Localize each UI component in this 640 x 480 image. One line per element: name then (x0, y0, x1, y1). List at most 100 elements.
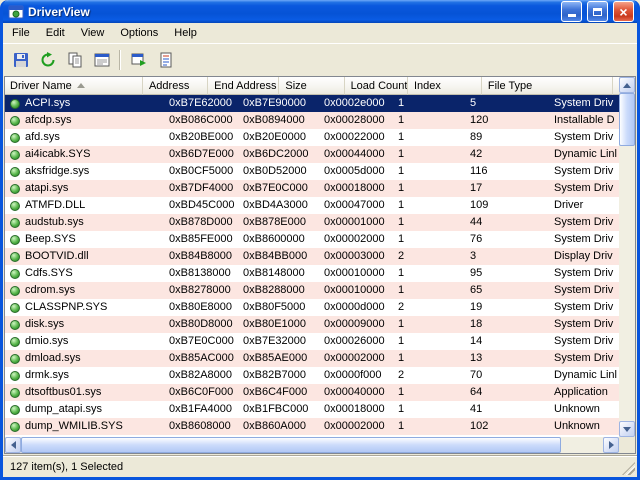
cell-end_address: 0xB7E90000 (243, 97, 306, 109)
vertical-scroll-track[interactable] (619, 146, 635, 421)
cell-name: Beep.SYS (5, 231, 163, 248)
horizontal-scroll-thumb[interactable] (21, 437, 561, 453)
table-row[interactable]: cdrom.sys 0xB8278000 0xB8288000 0x00010000 1… (5, 282, 619, 299)
cell-end_address: 0xB20E0000 (243, 131, 306, 143)
minimize-button[interactable] (561, 1, 582, 22)
table-row[interactable]: dump_WMILIB.SYS 0xB8608000 0xB860A000 0x000… (5, 418, 619, 435)
driver-icon (10, 336, 20, 347)
table-row[interactable]: Cdfs.SYS 0xB8138000 0xB8148000 0x00010000 1 9… (5, 265, 619, 282)
cell-file_type: System Driv (554, 301, 614, 313)
table-row[interactable]: dmio.sys 0xB7E0C000 0xB7E32000 0x00026000 1 1… (5, 333, 619, 350)
cell-index: 116 (470, 165, 488, 177)
cell-address: 0xB8278000 (169, 284, 231, 296)
cell-size: 0x00026000 (324, 335, 385, 347)
table-row[interactable]: ai4icabk.SYS 0xB6D7E000 0xB6DC2000 0x000440… (5, 146, 619, 163)
table-row[interactable]: drmk.sys 0xB82A8000 0xB82B7000 0x0000f000 2 7… (5, 367, 619, 384)
cell-size: 0x0000d000 (324, 301, 385, 313)
cell-name: atapi.sys (5, 180, 163, 197)
cell-end_address: 0xB0D52000 (243, 165, 307, 177)
cell-address: 0xB8608000 (169, 420, 231, 432)
table-row[interactable]: aksfridge.sys 0xB0CF5000 0xB0D52000 0x0005d… (5, 163, 619, 180)
menu-edit[interactable]: Edit (38, 24, 73, 42)
cell-name: afcdp.sys (5, 112, 163, 129)
maximize-button[interactable] (587, 1, 608, 22)
copy-button[interactable] (61, 47, 88, 72)
cell-size: 0x00002000 (324, 420, 385, 432)
cell-load_count: 1 (398, 233, 405, 245)
arrow-left-icon (10, 441, 16, 449)
scroll-left-button[interactable] (5, 437, 21, 453)
scroll-up-button[interactable] (619, 77, 635, 93)
cell-load_count: 1 (398, 267, 405, 279)
table-row[interactable]: audstub.sys 0xB878D000 0xB878E000 0x0000100… (5, 214, 619, 231)
report-icon (160, 52, 171, 67)
column-header-driver-name[interactable]: Driver Name (5, 77, 143, 95)
table-row[interactable]: afcdp.sys 0xB086C000 0xB0894000 0x00028000 1… (5, 112, 619, 129)
cell-file_type: Unknown (554, 403, 600, 415)
cell-name: ACPI.sys (5, 95, 163, 112)
table-row[interactable]: afd.sys 0xB20BE000 0xB20E0000 0x00022000 1 89… (5, 129, 619, 146)
cell-file_type: System Driv (554, 216, 614, 228)
table-row[interactable]: atapi.sys 0xB7DF4000 0xB7E0C000 0x00018000 1… (5, 180, 619, 197)
menu-view[interactable]: View (73, 24, 113, 42)
cell-size: 0x00028000 (324, 114, 385, 126)
table-row[interactable]: BOOTVID.dll 0xB84B8000 0xB84BB000 0x0000300… (5, 248, 619, 265)
refresh-button[interactable] (34, 47, 61, 72)
table-row[interactable]: dump_atapi.sys 0xB1FA4000 0xB1FBC000 0x0001… (5, 401, 619, 418)
copy-icon (68, 52, 81, 67)
cell-file_type: Display Driv (554, 250, 613, 262)
table-row[interactable]: dmload.sys 0xB85AC000 0xB85AE000 0x00002000… (5, 350, 619, 367)
table-header: Driver Name Address End Address Size Loa… (5, 77, 619, 95)
table-row[interactable]: dtsoftbus01.sys 0xB6C0F000 0xB6C4F000 0x000… (5, 384, 619, 401)
table-row[interactable]: ATMFD.DLL 0xBD45C000 0xBD4A3000 0x00047000 1… (5, 197, 619, 214)
cell-name: dtsoftbus01.sys (5, 384, 163, 401)
report-button[interactable] (152, 47, 179, 72)
horizontal-scrollbar[interactable] (5, 437, 619, 453)
vertical-scrollbar[interactable] (619, 77, 635, 437)
cell-index: 64 (470, 386, 483, 398)
driver-icon (10, 285, 20, 296)
table-row[interactable]: Beep.SYS 0xB85FE000 0xB8600000 0x00002000 1 7… (5, 231, 619, 248)
window-title: DriverView (28, 4, 90, 19)
cell-end_address: 0xB84BB000 (243, 250, 308, 262)
run-button[interactable] (125, 47, 152, 72)
cell-file_type: System Driv (554, 284, 614, 296)
cell-load_count: 2 (398, 369, 405, 381)
column-header-end-address[interactable]: End Address (208, 77, 280, 95)
cell-size: 0x00001000 (324, 216, 385, 228)
column-header-address[interactable]: Address (142, 77, 209, 95)
table-row[interactable]: ACPI.sys 0xB7E62000 0xB7E90000 0x0002e000 1 5… (5, 95, 619, 112)
scroll-down-button[interactable] (619, 421, 635, 437)
table-body[interactable]: ACPI.sys 0xB7E62000 0xB7E90000 0x0002e000 1 5… (5, 95, 619, 437)
save-button[interactable] (7, 47, 34, 72)
column-header-load-count[interactable]: Load Count (344, 77, 408, 95)
properties-button[interactable] (88, 47, 115, 72)
status-text: 127 item(s), 1 Selected (10, 460, 124, 473)
vertical-scroll-thumb[interactable] (619, 93, 635, 146)
driver-icon (10, 217, 20, 228)
cell-load_count: 1 (398, 352, 405, 364)
column-header-index[interactable]: Index (408, 77, 482, 95)
close-button[interactable]: × (613, 1, 634, 22)
titlebar[interactable]: DriverView × (3, 0, 637, 23)
cell-size: 0x00044000 (324, 148, 385, 160)
cell-name: ATMFD.DLL (5, 197, 163, 214)
table-row[interactable]: disk.sys 0xB80D8000 0xB80E1000 0x00009000 1 1… (5, 316, 619, 333)
menu-options[interactable]: Options (112, 24, 166, 42)
run-icon (131, 53, 146, 66)
cell-index: 89 (470, 131, 483, 143)
cell-end_address: 0xB8288000 (243, 284, 305, 296)
cell-file_type: Driver (554, 199, 584, 211)
menu-file[interactable]: File (4, 24, 38, 42)
scroll-right-button[interactable] (603, 437, 619, 453)
table-row[interactable]: CLASSPNP.SYS 0xB80E8000 0xB80F5000 0x0000d0… (5, 299, 619, 316)
column-header-size[interactable]: Size (279, 77, 345, 95)
cell-load_count: 1 (398, 284, 405, 296)
resize-grip-icon[interactable] (622, 462, 635, 475)
cell-load_count: 1 (398, 182, 405, 194)
menu-help[interactable]: Help (166, 24, 205, 42)
column-header-file-type[interactable]: File Type (481, 77, 614, 95)
cell-index: 17 (470, 182, 483, 194)
cell-load_count: 1 (398, 114, 405, 126)
driver-icon (10, 115, 20, 126)
